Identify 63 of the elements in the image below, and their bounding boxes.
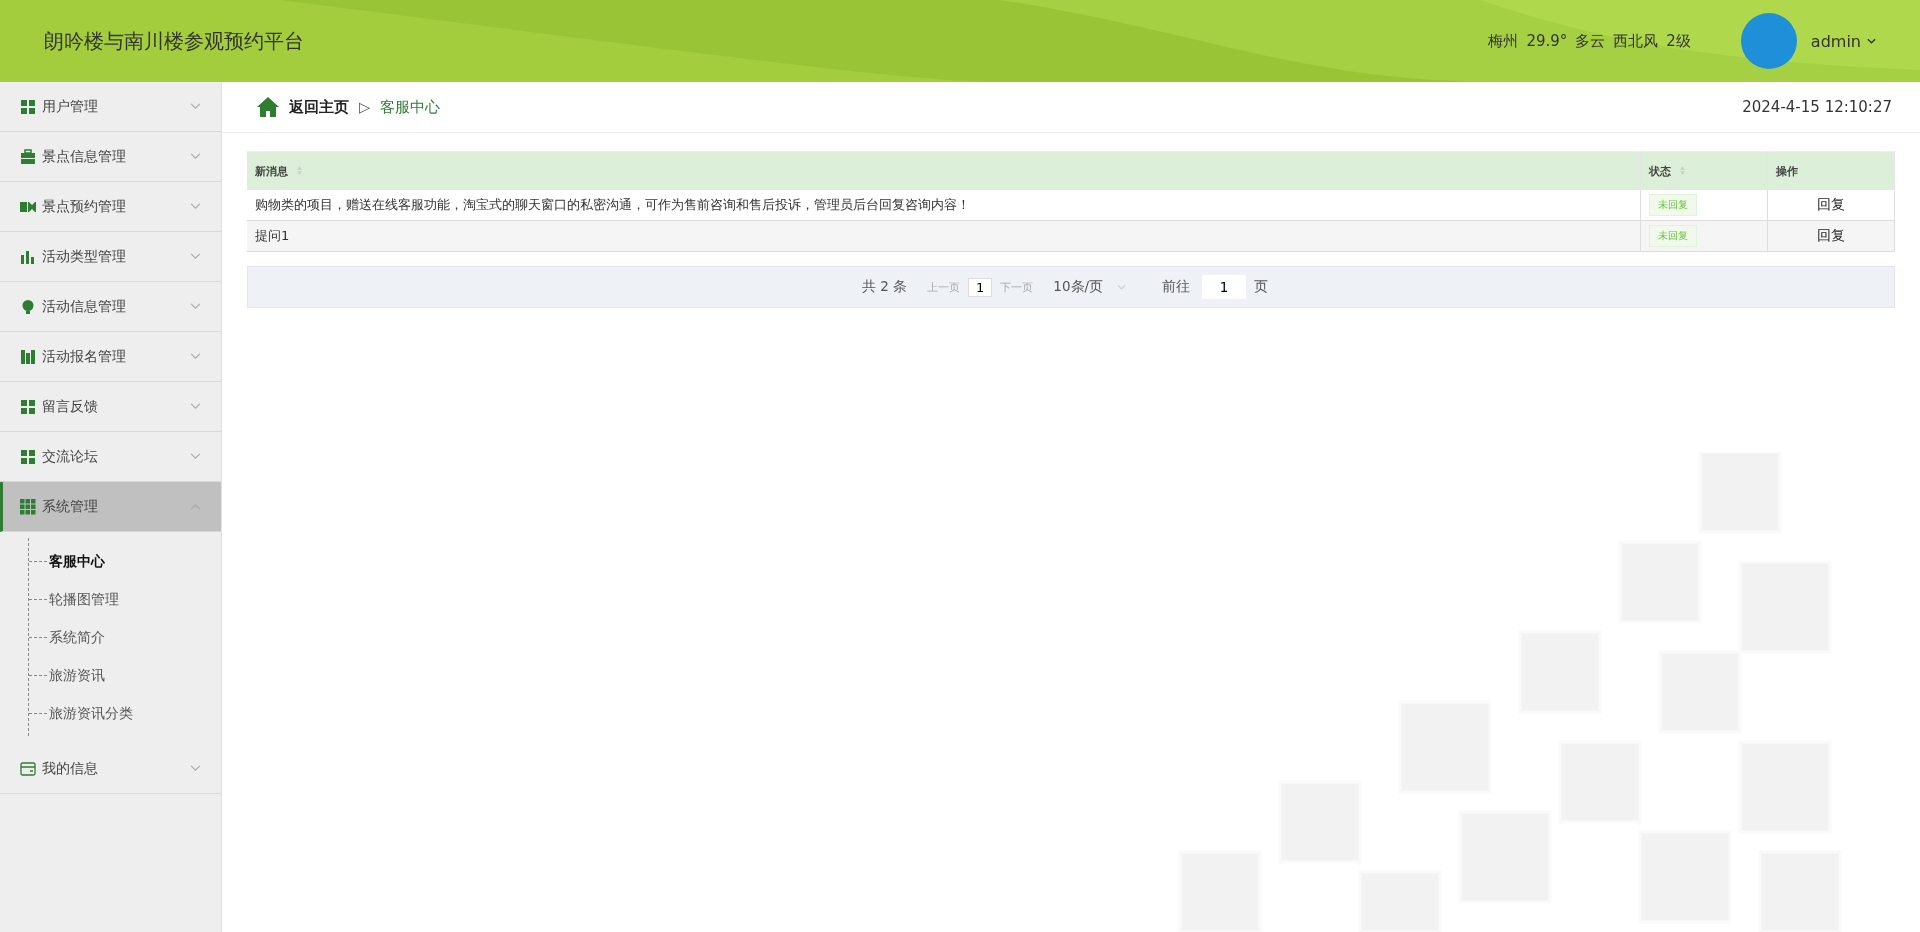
reply-link[interactable]: 回复	[1817, 227, 1845, 243]
caret-icon	[1117, 284, 1127, 290]
column-header: 操作	[1767, 151, 1895, 190]
status-tag: 未回复	[1649, 225, 1697, 247]
weather-text: 2级	[1666, 31, 1691, 51]
breadcrumb-separator: ▷	[359, 99, 371, 115]
menu-icon	[20, 448, 36, 465]
menu-icon	[20, 98, 36, 115]
chevron-icon	[190, 453, 201, 460]
chevron-icon	[190, 103, 201, 110]
menu-icon	[20, 348, 36, 365]
chevron-icon	[190, 303, 201, 310]
home-link[interactable]: 返回主页	[289, 97, 349, 117]
weather-text: 梅州	[1488, 31, 1519, 51]
submenu-item[interactable]: 旅游资讯分类	[29, 694, 221, 732]
submenu-item[interactable]: 系统简介	[29, 618, 221, 656]
menu-icon	[20, 398, 36, 415]
sidebar-item[interactable]: 系统管理	[0, 482, 221, 532]
menu-icon	[20, 298, 36, 315]
menu-icon	[20, 148, 36, 165]
chevron-icon	[190, 765, 201, 772]
sidebar-item[interactable]: 留言反馈	[0, 382, 221, 432]
table-cell: 提问1	[255, 228, 290, 243]
submenu-item[interactable]: 旅游资讯	[29, 656, 221, 694]
column-header: 状态	[1640, 151, 1768, 190]
sort-icon	[296, 165, 302, 175]
goto-label: 前往	[1162, 278, 1191, 296]
sidebar-item[interactable]: 用户管理	[0, 82, 221, 132]
sidebar-item[interactable]: 景点信息管理	[0, 132, 221, 182]
chevron-icon	[190, 203, 201, 210]
chevron-icon	[190, 153, 201, 160]
total-count: 共 2 条	[861, 278, 908, 296]
chevron-icon	[190, 253, 201, 260]
weather-text: 西北风	[1613, 31, 1659, 51]
sidebar-item[interactable]: 活动报名管理	[0, 332, 221, 382]
weather-text: 多云	[1575, 31, 1606, 51]
chevron-icon	[190, 403, 201, 410]
caret-icon	[1867, 38, 1876, 44]
sort-icon	[1679, 165, 1685, 175]
table-cell: 购物类的项目，赠送在线客服功能，淘宝式的聊天窗口的私密沟通，可作为售前咨询和售后投诉，管理员后台回复咨询内容！	[255, 197, 970, 212]
datetime: 2024-4-15 12:10:27	[1742, 98, 1892, 116]
sidebar-item[interactable]: 景点预约管理	[0, 182, 221, 232]
reply-link[interactable]: 回复	[1817, 196, 1845, 212]
menu-icon	[20, 498, 36, 515]
page-unit: 页	[1254, 278, 1269, 296]
goto-page-field[interactable]: 1	[1202, 275, 1247, 299]
page-number[interactable]: 1	[968, 277, 993, 297]
home-icon	[256, 96, 280, 118]
breadcrumb-current: 客服中心	[380, 97, 441, 117]
status-tag: 未回复	[1649, 194, 1697, 216]
weather-text: 29.9°	[1526, 31, 1568, 51]
menu-icon	[20, 248, 36, 265]
column-header: 新消息	[247, 151, 1641, 190]
sidebar-item[interactable]: 活动信息管理	[0, 282, 221, 332]
submenu-item[interactable]: 客服中心	[29, 542, 221, 580]
menu-icon	[20, 760, 36, 777]
user-menu[interactable]: admin	[1810, 31, 1876, 51]
site-title: 朗吟楼与南川楼参观预约平台	[44, 27, 304, 55]
sidebar-item[interactable]: 我的信息	[0, 744, 221, 794]
sidebar-item[interactable]: 活动类型管理	[0, 232, 221, 282]
chevron-icon	[190, 353, 201, 360]
submenu-item[interactable]: 轮播图管理	[29, 580, 221, 618]
page-size-select[interactable]: 10条/页	[1053, 278, 1127, 296]
